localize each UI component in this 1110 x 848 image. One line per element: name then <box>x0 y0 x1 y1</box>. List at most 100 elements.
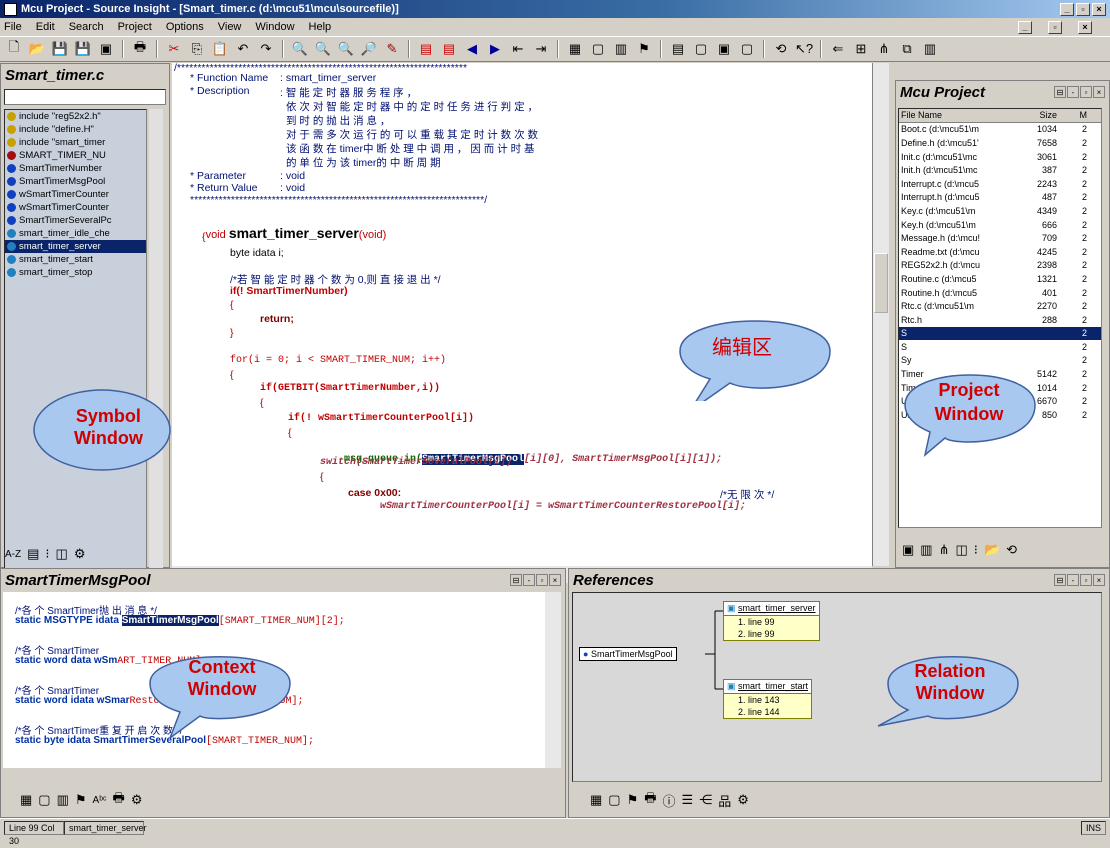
relation-node-server[interactable]: ▣ smart_timer_server 1. line 99 2. line … <box>723 601 820 641</box>
symbol-icon[interactable]: ▥ <box>920 542 932 558</box>
list-icon[interactable]: ☰ <box>682 792 694 808</box>
grid-icon[interactable]: ⊞ <box>851 39 871 59</box>
menu-edit[interactable]: Edit <box>36 21 55 33</box>
file-list-row[interactable]: Readme.txt (d:\mcu 4245 2 <box>899 245 1101 259</box>
references-view-icon[interactable]: ⚑ <box>75 792 87 808</box>
symbol-list-item[interactable]: SmartTimerMsgPool <box>5 175 146 188</box>
print-icon[interactable]: 🖶 <box>644 789 656 811</box>
symbol-filter-input[interactable] <box>4 89 166 105</box>
context-scrollbar[interactable] <box>545 592 561 768</box>
symbol-list-item[interactable]: SmartTimerSeveralPc <box>5 214 146 227</box>
file-list-row[interactable]: REG52x2.h (d:\mcu 2398 2 <box>899 259 1101 273</box>
minimize-button[interactable]: _ <box>1060 2 1074 16</box>
save-all-icon[interactable]: 💾 <box>73 39 93 59</box>
maximize-icon[interactable]: ▫ <box>536 574 548 586</box>
menu-file[interactable]: File <box>4 21 22 33</box>
symbol-list-item[interactable]: SmartTimerNumber <box>5 162 146 175</box>
new-file-icon[interactable]: 🗋 <box>4 39 24 59</box>
file-list-row[interactable]: Init.c (d:\mcu51\mc 3061 2 <box>899 150 1101 164</box>
file-list-row[interactable]: Rtc.h 288 2 <box>899 313 1101 327</box>
menu-search[interactable]: Search <box>69 21 104 33</box>
close-button[interactable]: × <box>1092 2 1106 16</box>
layout-1-icon[interactable]: ▤ <box>668 39 688 59</box>
options-icon[interactable]: ⚙ <box>737 792 749 808</box>
find-next-icon[interactable]: 🔍 <box>313 39 333 59</box>
menu-options[interactable]: Options <box>166 21 204 33</box>
find-prev-icon[interactable]: 🔍 <box>336 39 356 59</box>
symbol-list-item[interactable]: smart_timer_stop <box>5 266 146 279</box>
folder-icon[interactable]: 📂 <box>984 542 1000 558</box>
undo-icon[interactable]: ↶ <box>233 39 253 59</box>
file-list-header[interactable]: File Name Size M <box>899 109 1101 123</box>
category-icon[interactable]: ⁝ <box>974 542 978 558</box>
pin-icon[interactable]: ⊟ <box>1054 86 1066 98</box>
doc-close-button[interactable]: × <box>1078 20 1092 34</box>
info-icon[interactable]: ⓘ <box>663 791 676 810</box>
options-icon[interactable]: ⚙ <box>131 792 143 808</box>
symbol-list-item[interactable]: smart_timer_idle_che <box>5 227 146 240</box>
file-list-row[interactable]: Interrupt.h (d:\mcu5 487 2 <box>899 191 1101 205</box>
tree-icon[interactable]: ⋔ <box>874 39 894 59</box>
abc-icon[interactable]: Aᵇᶜ <box>93 795 107 806</box>
layout-icon[interactable]: ◫ <box>956 542 968 558</box>
bookmark-next-icon[interactable]: ▤ <box>439 39 459 59</box>
maximize-icon[interactable]: ▫ <box>1080 86 1092 98</box>
back-icon[interactable]: ◀ <box>462 39 482 59</box>
windows-icon[interactable]: ⧉ <box>897 39 917 59</box>
search-files-icon[interactable]: 🔎 <box>359 39 379 59</box>
open-file-icon[interactable]: 📂 <box>27 39 47 59</box>
menu-project[interactable]: Project <box>118 21 152 33</box>
file-list-row[interactable]: Routine.c (d:\mcu5 1321 2 <box>899 272 1101 286</box>
paste-icon[interactable]: 📋 <box>210 39 230 59</box>
references-icon[interactable]: ⚑ <box>634 39 654 59</box>
menu-view[interactable]: View <box>218 21 242 33</box>
editor-scroll-thumb[interactable] <box>874 253 888 313</box>
maximize-button[interactable]: ▫ <box>1076 2 1090 16</box>
layout-2-icon[interactable]: ▢ <box>691 39 711 59</box>
project-filter-input[interactable] <box>898 104 1102 106</box>
arrow-left-icon[interactable]: ⇐ <box>828 39 848 59</box>
references-view-icon[interactable]: ⚑ <box>627 792 639 808</box>
save-icon[interactable]: 💾 <box>50 39 70 59</box>
copy-icon[interactable]: ⎘ <box>187 39 207 59</box>
symbol-list-item[interactable]: include "reg52x2.h" <box>5 110 146 123</box>
file-list-row[interactable]: S2 <box>899 326 1101 341</box>
column-header[interactable]: Size <box>1017 110 1057 120</box>
file-list-row[interactable]: Init.h (d:\mcu51\mc 387 2 <box>899 163 1101 177</box>
symbol-lookup-icon[interactable]: ▦ <box>565 39 585 59</box>
symbol-list-item[interactable]: wSmartTimerCounter <box>5 188 146 201</box>
redo-icon[interactable]: ↷ <box>256 39 276 59</box>
sync-icon[interactable]: ⟲ <box>771 39 791 59</box>
symbol-list-item[interactable]: wSmartTimerCounter <box>5 201 146 214</box>
file-list-row[interactable]: Rtc.c (d:\mcu51\m 2270 2 <box>899 299 1101 313</box>
print-icon[interactable]: 🖶 <box>130 39 150 59</box>
file-list-row[interactable]: Interrupt.c (d:\mcu5 2243 2 <box>899 177 1101 191</box>
lookup-icon[interactable]: ▦ <box>20 792 32 808</box>
hierarchy-icon[interactable]: 品 <box>718 791 731 810</box>
symbol-list-item[interactable]: smart_timer_server <box>5 240 146 253</box>
context-view-icon[interactable]: ▢ <box>608 792 620 808</box>
editor-vertical-scrollbar[interactable] <box>872 63 889 566</box>
doc-restore-button[interactable]: ▫ <box>1048 20 1062 34</box>
maximize-icon[interactable]: ▫ <box>1080 574 1092 586</box>
symbol-list-item[interactable]: SMART_TIMER_NU <box>5 149 146 162</box>
file-list-row[interactable]: Key.h (d:\mcu51\m 666 2 <box>899 218 1101 232</box>
sort-az-icon[interactable]: A-Z <box>5 549 21 560</box>
pin-icon[interactable]: ⊟ <box>510 574 522 586</box>
close-icon[interactable]: × <box>1093 574 1105 586</box>
close-icon[interactable]: × <box>549 574 561 586</box>
context-view-icon[interactable]: ▢ <box>38 792 50 808</box>
pin-icon[interactable]: ⊟ <box>1054 574 1066 586</box>
menu-help[interactable]: Help <box>309 21 332 33</box>
menu-window[interactable]: Window <box>255 21 294 33</box>
file-list-row[interactable]: Message.h (d:\mcu! 709 2 <box>899 231 1101 245</box>
panel-icon[interactable]: ▥ <box>920 39 940 59</box>
symbol-list[interactable]: include "reg52x2.h" include "define.H" inc… <box>4 109 147 569</box>
tree-view-icon[interactable]: ⋔ <box>939 542 950 558</box>
file-list-row[interactable]: Routine.h (d:\mcu5 401 2 <box>899 286 1101 300</box>
relation-view-icon[interactable]: ▥ <box>57 792 69 808</box>
column-header[interactable]: M <box>1057 110 1088 120</box>
doc-minimize-button[interactable]: _ <box>1018 20 1032 34</box>
cut-icon[interactable]: ✂ <box>164 39 184 59</box>
category-icon[interactable]: ⁝ <box>45 546 49 562</box>
